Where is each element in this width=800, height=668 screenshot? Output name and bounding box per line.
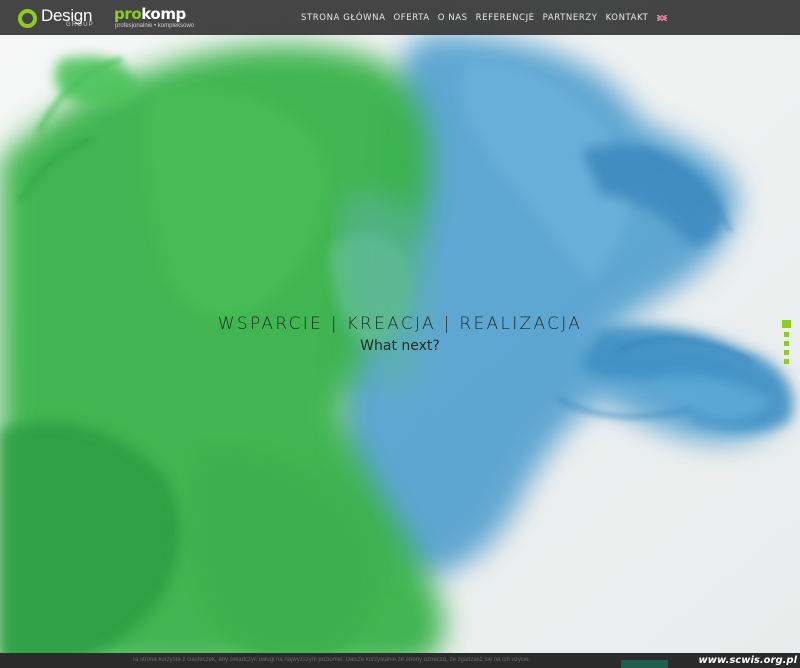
cookie-notice-text: Ta strona korzysta z ciasteczek, aby świ… [132, 657, 531, 663]
logo-group-word: GROUP [66, 22, 95, 28]
hero-subtitle: What next? [360, 338, 440, 354]
nav-offer[interactable]: OFERTA [394, 13, 430, 23]
hero-headline: WSPARCIE | KREACJA | REALIZACJA What nex… [0, 314, 800, 354]
watermark: www.scwis.org.pl [698, 655, 797, 666]
slide-dot[interactable] [784, 350, 789, 355]
design-group-logo[interactable]: Design GROUP [18, 6, 101, 30]
design-group-wordmark: Design GROUP [41, 6, 101, 30]
cookie-accept-button[interactable] [621, 660, 668, 668]
prokomp-komp-word: komp [141, 5, 186, 23]
prokomp-logo[interactable]: prokomp profesjonalnie • kompleksowo [114, 5, 204, 31]
slide-dot[interactable] [784, 359, 789, 364]
hero-title: WSPARCIE | KREACJA | REALIZACJA [217, 314, 583, 334]
prokomp-tagline: profesjonalnie • kompleksowo [115, 23, 195, 29]
uk-flag-icon[interactable] [657, 14, 668, 21]
slide-dot-active[interactable] [782, 320, 791, 328]
nav-about[interactable]: O NAS [438, 13, 468, 23]
top-navbar: Design GROUP prokomp profesjonalnie • ko… [0, 0, 800, 35]
prokomp-pro-word: pro [114, 5, 142, 23]
slide-dot[interactable] [784, 341, 789, 346]
prokomp-wordmark: prokomp [114, 5, 186, 23]
slide-dot[interactable] [784, 332, 789, 337]
nav-references[interactable]: REFERENCJE [476, 13, 535, 23]
ring-logo-icon [18, 8, 37, 28]
main-navigation: STRONA GŁÓWNA OFERTA O NAS REFERENCJE PA… [301, 0, 668, 35]
nav-contact[interactable]: KONTAKT [606, 13, 649, 23]
slide-pagination [782, 320, 792, 368]
cookie-bar: Ta strona korzysta z ciasteczek, aby świ… [0, 653, 800, 668]
nav-partners[interactable]: PARTNERZY [543, 13, 598, 23]
nav-home[interactable]: STRONA GŁÓWNA [301, 13, 386, 23]
